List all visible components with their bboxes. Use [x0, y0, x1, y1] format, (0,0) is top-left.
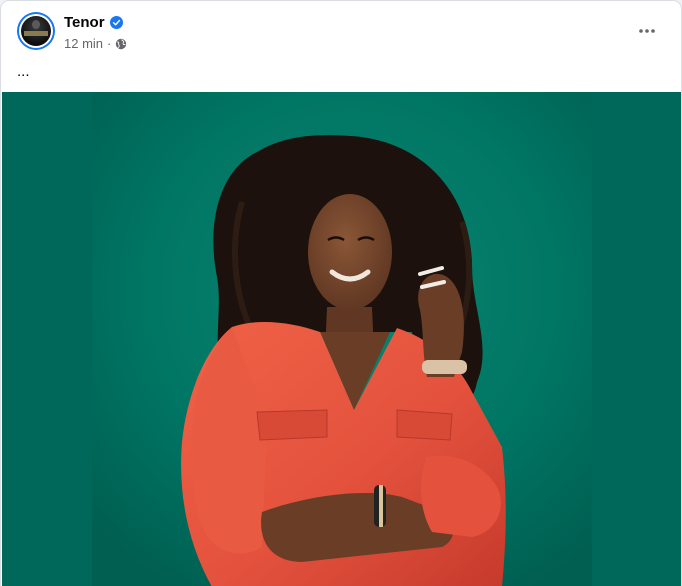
verified-badge-icon: [109, 16, 123, 29]
post-timestamp[interactable]: 12 min: [64, 36, 103, 51]
more-options-icon: [639, 29, 655, 33]
post-meta: 12 min ·: [64, 36, 127, 51]
meta-separator: ·: [107, 36, 112, 51]
author-line: Tenor: [64, 14, 123, 31]
globe-icon[interactable]: [115, 38, 127, 50]
avatar-image: [21, 16, 51, 46]
post-photo[interactable]: [2, 92, 681, 586]
avatar-ring: [19, 14, 53, 48]
portrait-photo: [2, 92, 681, 586]
author-name[interactable]: Tenor: [64, 14, 105, 31]
more-options-button[interactable]: [631, 15, 663, 47]
post-text: ...: [17, 63, 30, 80]
feed-post: Tenor 12 min · ...: [1, 1, 681, 586]
avatar-figure: [32, 20, 40, 29]
post-header: Tenor 12 min ·: [1, 1, 681, 61]
author-avatar[interactable]: [17, 12, 55, 50]
avatar-banner: [24, 31, 48, 36]
